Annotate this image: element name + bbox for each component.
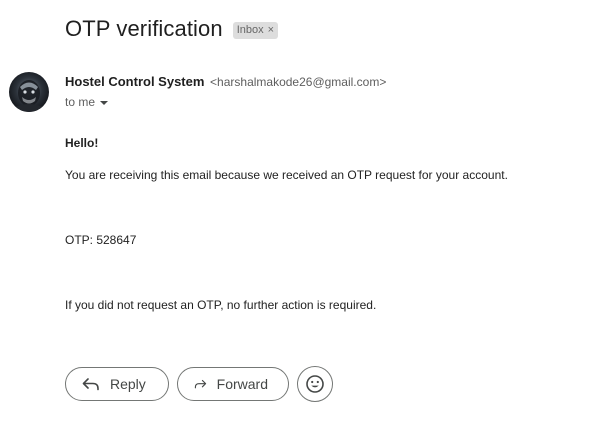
sender-name[interactable]: Hostel Control System [65,74,204,89]
forward-label: Forward [216,376,268,392]
sender-avatar-photo-icon [9,72,49,112]
email-body-line-1: You are receiving this email because we … [65,168,508,182]
inbox-label-chip: Inbox × [232,21,279,39]
recipient-label: to me [65,95,96,109]
remove-label-icon[interactable]: × [268,24,274,36]
reply-arrow-icon [82,378,99,391]
email-subject: OTP verification [65,16,223,41]
forward-button[interactable]: Forward [177,367,289,401]
email-greeting: Hello! [65,136,99,150]
smiley-face-icon [306,375,324,393]
reply-label: Reply [110,376,146,392]
sender-avatar[interactable] [9,72,49,112]
sender-email: <harshalmakode26@gmail.com> [210,75,387,89]
email-otp-code: OTP: 528647 [65,233,137,247]
chevron-down-icon [100,100,109,105]
recipient-details-toggle[interactable]: to me [65,95,109,109]
forward-arrow-icon [194,379,207,389]
reply-button[interactable]: Reply [65,367,169,401]
email-body-line-3: If you did not request an OTP, no furthe… [65,298,377,312]
email-actions: Reply Forward [65,366,333,402]
label-chip-text: Inbox [236,24,264,36]
add-reaction-button[interactable] [297,366,333,402]
sender-line: Hostel Control System <harshalmakode26@g… [65,74,386,90]
email-header: OTP verification Inbox × [65,15,279,43]
